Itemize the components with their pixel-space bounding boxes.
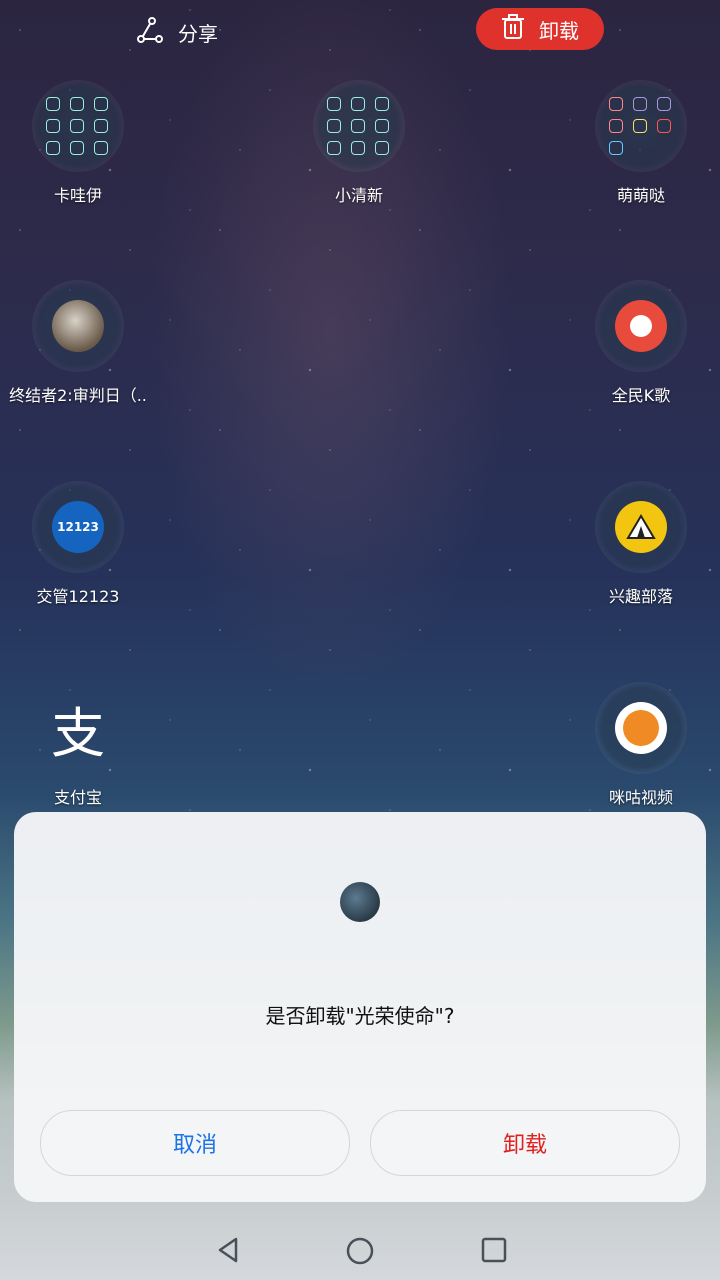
app-label: 终结者2:审判日（.. <box>9 386 147 405</box>
app-jiaoguan12123[interactable]: 12123 交管12123 <box>8 481 148 607</box>
recents-icon[interactable] <box>480 1236 508 1268</box>
folder-mengmengda[interactable]: 萌萌哒 <box>571 80 711 206</box>
share-button[interactable]: 分享 <box>136 12 218 52</box>
parrot-icon <box>595 280 687 372</box>
back-icon[interactable] <box>214 1236 242 1268</box>
folder-icon <box>32 80 124 172</box>
uninstall-dialog: 是否卸载"光荣使命"? 取消 卸载 <box>14 812 706 1202</box>
trash-icon <box>501 13 525 45</box>
app-label: 交管12123 <box>36 587 120 606</box>
uninstall-question: 是否卸载"光荣使命"? <box>265 1004 455 1028</box>
confirm-uninstall-button[interactable]: 卸载 <box>370 1110 680 1176</box>
traffic-icon: 12123 <box>32 481 124 573</box>
game-avatar-icon <box>32 280 124 372</box>
app-migu-video[interactable]: 咪咕视频 <box>571 682 711 808</box>
app-label: 萌萌哒 <box>616 186 665 205</box>
app-quanmin-kge[interactable]: 全民K歌 <box>571 280 711 406</box>
alipay-icon: 支 <box>32 682 124 774</box>
cancel-button[interactable]: 取消 <box>40 1110 350 1176</box>
system-nav-bar <box>0 1220 720 1280</box>
share-label: 分享 <box>178 21 218 46</box>
app-label: 小清新 <box>334 186 383 205</box>
app-label: 支付宝 <box>53 788 102 807</box>
play-icon <box>595 682 687 774</box>
uninstall-drop-target[interactable]: 卸载 <box>476 8 604 50</box>
home-icon[interactable] <box>345 1236 375 1270</box>
traffic-badge-text: 12123 <box>52 501 104 553</box>
folder-xiaoqingxin[interactable]: 小清新 <box>289 80 429 206</box>
app-label: 全民K歌 <box>611 386 671 405</box>
app-label: 兴趣部落 <box>608 587 673 606</box>
folder-kawaii[interactable]: 卡哇伊 <box>8 80 148 206</box>
share-icon <box>136 16 164 49</box>
edit-top-bar: 分享 卸载 <box>0 0 720 64</box>
uninstall-label: 卸载 <box>539 18 579 43</box>
app-icon <box>340 882 380 922</box>
folder-icon <box>313 80 405 172</box>
tent-icon <box>595 481 687 573</box>
app-terminator2[interactable]: 终结者2:审判日（.. <box>8 280 148 406</box>
folder-icon <box>595 80 687 172</box>
app-label: 咪咕视频 <box>608 788 673 807</box>
alipay-glyph: 支 <box>51 701 105 765</box>
app-xingqu-buluo[interactable]: 兴趣部落 <box>571 481 711 607</box>
app-alipay[interactable]: 支 支付宝 <box>8 682 148 808</box>
app-label: 卡哇伊 <box>53 186 102 205</box>
